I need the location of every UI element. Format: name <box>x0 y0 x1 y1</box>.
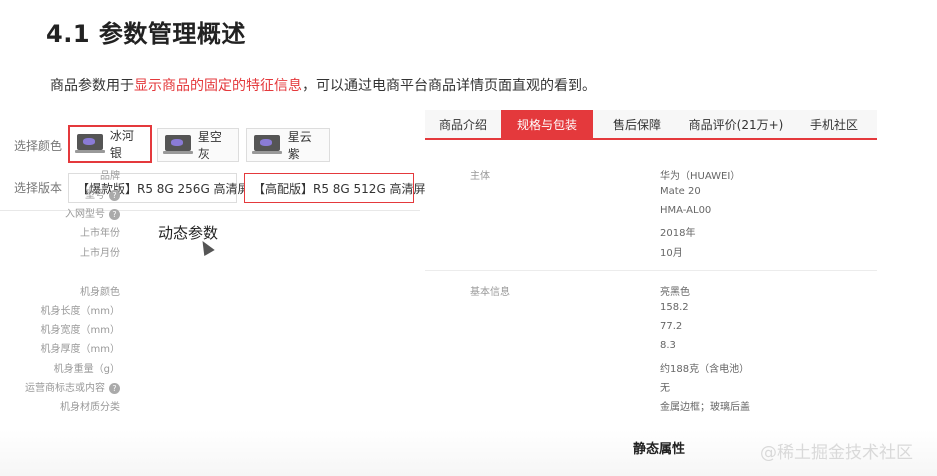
spec-key: 入网型号? <box>0 205 120 220</box>
spec-key: 上市年份 <box>80 228 120 239</box>
spec-key: 机身长度（mm） <box>40 306 120 317</box>
intro-highlight: 显示商品的固定的特征信息 <box>134 78 302 94</box>
question-mark-icon[interactable]: ? <box>109 208 120 220</box>
spec-value: 亮黑色 <box>660 287 690 298</box>
color-option-label: 星云紫 <box>287 130 312 161</box>
color-option-gray[interactable]: 星空灰 <box>157 128 239 162</box>
color-option-label: 星空灰 <box>197 130 222 161</box>
color-option-purple[interactable]: 星云紫 <box>246 128 330 162</box>
tab-reviews[interactable]: 商品评价(21万+) <box>681 110 791 138</box>
color-option-silver[interactable]: 冰河银 <box>68 125 152 163</box>
page-title: 4.1 参数管理概述 <box>46 20 246 48</box>
spec-value: Mate 20 <box>660 186 701 197</box>
spec-value: 2018年 <box>660 228 696 239</box>
intro-paragraph: 商品参数用于显示商品的固定的特征信息，可以通过电商平台商品详情页面直观的看到。 <box>50 75 596 95</box>
laptop-thumbnail-icon <box>252 135 282 155</box>
spec-value: 华为（HUAWEI） <box>660 171 741 182</box>
spec-key: 上市月份 <box>80 248 120 259</box>
spec-value: HMA-AL00 <box>660 205 712 216</box>
color-row: 选择颜色 <box>0 125 74 165</box>
spec-key: 机身材质分类 <box>60 402 120 413</box>
question-mark-icon[interactable]: ? <box>109 382 120 394</box>
spec-key: 机身宽度（mm） <box>40 325 120 336</box>
intro-text-before: 商品参数用于 <box>50 78 134 94</box>
tab-after-sales[interactable]: 售后保障 <box>593 110 681 138</box>
spec-divider <box>425 270 877 271</box>
version-option-premium[interactable]: 【高配版】R5 8G 512G 高清屏 <box>244 173 426 203</box>
watermark: @稀土掘金技术社区 <box>760 443 913 463</box>
tab-intro[interactable]: 商品介绍 <box>425 110 501 138</box>
spec-value: 10月 <box>660 248 683 259</box>
spec-value: 77.2 <box>660 321 683 332</box>
tab-community[interactable]: 手机社区 <box>791 110 877 138</box>
color-option-label: 冰河银 <box>109 129 134 160</box>
static-attributes-caption: 静态属性 <box>633 442 686 457</box>
spec-value: 158.2 <box>660 302 689 313</box>
question-mark-icon[interactable]: ? <box>109 189 120 201</box>
spec-key: 机身厚度（mm） <box>40 344 120 355</box>
laptop-thumbnail-icon <box>163 135 193 155</box>
product-tabs: 商品介绍 规格与包装 售后保障 商品评价(21万+) 手机社区 <box>425 110 877 140</box>
tab-specs[interactable]: 规格与包装 <box>501 110 593 138</box>
intro-text-after: ，可以通过电商平台商品详情页面直观的看到。 <box>302 78 596 94</box>
spec-value: 金属边框；玻璃后盖 <box>660 402 750 413</box>
spec-key: 机身重量（g） <box>53 364 120 375</box>
spec-value: 8.3 <box>660 340 676 351</box>
color-label: 选择颜色 <box>14 138 63 153</box>
spec-key: 品牌 <box>100 171 120 182</box>
spec-value: 无 <box>660 383 670 394</box>
spec-value: 约188克（含电池） <box>660 364 750 375</box>
laptop-thumbnail-icon <box>75 134 105 154</box>
spec-key: 型号? <box>0 186 120 201</box>
group-label: 主体 <box>470 171 490 182</box>
spec-key: 运营商标志或内容? <box>0 379 120 394</box>
group-label: 基本信息 <box>470 287 510 298</box>
spec-key: 机身颜色 <box>80 287 120 298</box>
